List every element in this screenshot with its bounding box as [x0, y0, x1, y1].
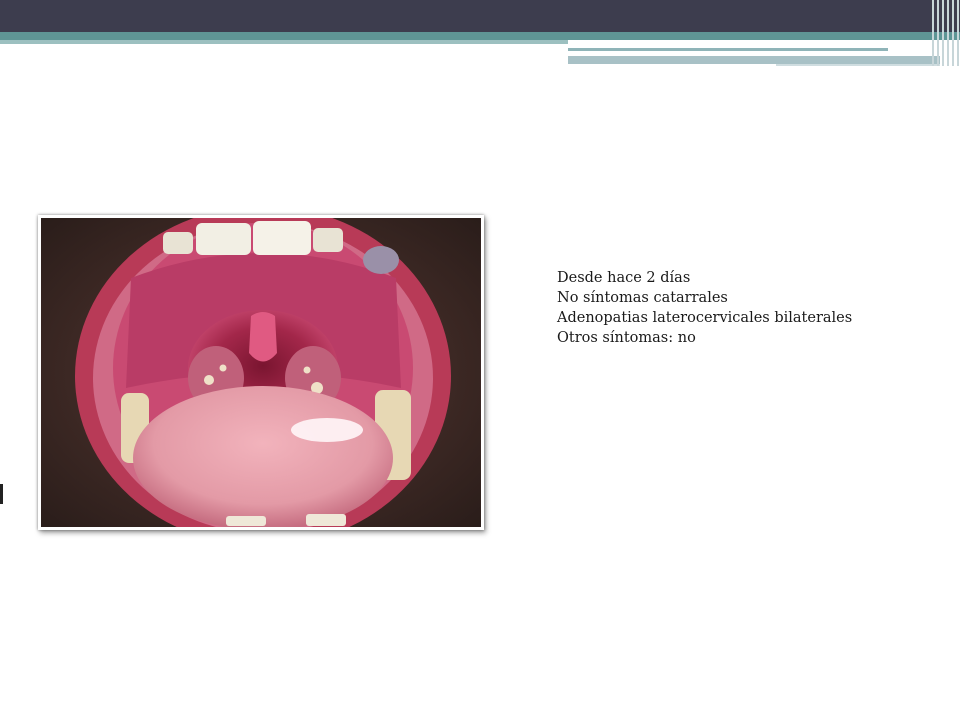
banner-dark-band [0, 0, 960, 32]
banner-teal-band [0, 32, 960, 40]
note-no-catarrh: No síntomas catarrales [557, 290, 728, 306]
clinical-notes: Desde hace 2 días No síntomas catarrales… [557, 268, 947, 348]
throat-photo [38, 215, 484, 530]
left-edge-mark [0, 484, 3, 504]
note-adenopathy: Adenopatias laterocervicales bilaterales [557, 310, 853, 326]
banner-stripes [930, 0, 960, 66]
banner-accent-line [568, 48, 888, 51]
note-other-symptoms: Otros síntomas: no [557, 330, 696, 346]
note-onset: Desde hace 2 días [557, 270, 691, 286]
banner-accent-bar [568, 56, 940, 64]
banner-accent-thin [776, 64, 940, 66]
banner-light-band [0, 40, 568, 44]
top-banner [0, 0, 960, 70]
open-mouth-throat-photo-icon [41, 218, 481, 527]
